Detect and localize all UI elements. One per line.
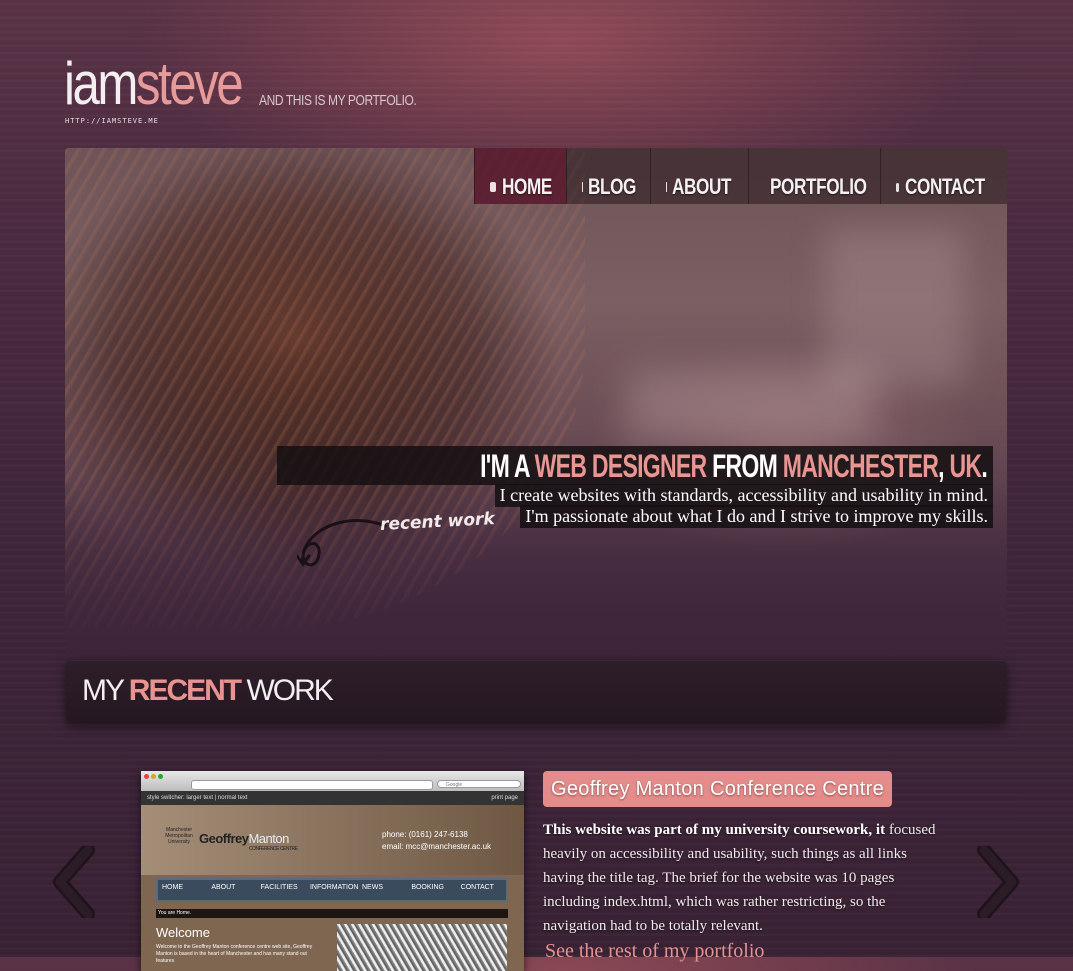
nav-label: PORTFOLIO: [770, 174, 867, 200]
project-description-body: focused heavily on accessibility and usa…: [543, 822, 935, 934]
section-title-part: WORK: [240, 674, 332, 707]
section-title-highlight: RECENT: [129, 674, 240, 707]
logo-iam: iam: [64, 50, 136, 117]
recent-work-header: MY RECENT WORK: [66, 660, 1006, 722]
logo-tagline: AND THIS IS MY PORTFOLIO.: [259, 92, 416, 109]
phone-text: phone: (0161) 247-6138: [382, 829, 491, 841]
headline-part: FROM: [706, 448, 782, 484]
logo-url: HTTP://IAMSTEVE.ME: [65, 117, 159, 125]
headline-part: .: [981, 448, 987, 484]
logo-wordmark: iamsteve: [64, 52, 241, 116]
print-link: print page: [491, 791, 518, 805]
screenshot-nav-item: NEWS: [358, 880, 407, 900]
headline-part: ,: [938, 448, 949, 484]
carousel-next-arrow-icon[interactable]: [976, 846, 1020, 918]
screenshot-photo: [337, 924, 507, 971]
project-description: This website was part of my university c…: [543, 818, 943, 938]
minimize-dot-icon: [151, 774, 156, 779]
nav-item-contact[interactable]: CONTACT: [880, 148, 1007, 204]
screenshot-nav-item: CONTACT: [457, 880, 506, 900]
nav-label: CONTACT: [905, 174, 985, 200]
hero-tagline-2: I'm passionate about what I do and I str…: [520, 505, 993, 528]
section-title: MY RECENT WORK: [82, 674, 332, 708]
screenshot-contact: phone: (0161) 247-6138 email: mcc@manche…: [382, 829, 491, 853]
carousel-prev-arrow-icon[interactable]: [52, 846, 96, 918]
hero-background-blur: [625, 368, 875, 438]
screenshot-nav-item: INFORMATION: [306, 880, 358, 900]
project-screenshot[interactable]: Google style switcher: larger text | nor…: [141, 771, 524, 971]
screenshot-logo: GeoffreyManton CONFERENCE CENTRE: [199, 831, 297, 852]
screenshot-nav-item: BOOKING: [407, 880, 456, 900]
university-logo: Manchester Metropolitan University: [163, 827, 195, 845]
screenshot-nav-item: HOME: [158, 880, 207, 900]
logo-text: Geoffrey: [199, 831, 248, 846]
project-description-lead: This website was part of my university c…: [543, 822, 885, 838]
headline-highlight: UK: [949, 448, 981, 484]
close-dot-icon: [144, 774, 149, 779]
email-text: email: mcc@manchester.ac.uk: [382, 841, 491, 853]
nav-label: HOME: [502, 174, 552, 200]
nav-label: BLOG: [588, 174, 636, 200]
browser-url-bar: [191, 780, 433, 790]
nav-item-about[interactable]: ABOUT: [650, 148, 748, 204]
style-switcher-bar: style switcher: larger text | normal tex…: [141, 791, 524, 805]
headline-part: I'M A: [480, 448, 534, 484]
nav-item-portfolio[interactable]: PORTFOLIO: [748, 148, 880, 204]
logo-steve: steve: [136, 50, 241, 117]
portfolio-link[interactable]: See the rest of my portfolio: [545, 940, 764, 963]
browser-search-bar: Google: [437, 780, 521, 788]
hero-background-blur: [825, 228, 965, 388]
logo-text: Manton: [248, 831, 288, 846]
headline-highlight: WEB DESIGNER: [535, 448, 707, 484]
zoom-dot-icon: [158, 774, 163, 779]
hero-headline: I'M A WEB DESIGNER FROM MANCHESTER, UK.: [277, 446, 993, 485]
section-title-part: MY: [82, 674, 129, 707]
hero-banner: HOME BLOG ABOUT PORTFOLIO CONTACT I'M A …: [65, 148, 1007, 658]
hero-tagline-1: I create websites with standards, access…: [495, 484, 993, 507]
curly-arrow-icon: [297, 518, 387, 598]
mail-icon: [896, 183, 899, 192]
main-nav: HOME BLOG ABOUT PORTFOLIO CONTACT: [474, 148, 1007, 204]
screenshot-header: Manchester Metropolitan University Geoff…: [141, 805, 524, 875]
screenshot-home-bar: You are Home.: [156, 909, 508, 918]
logo-subtitle: CONFERENCE CENTRE: [249, 846, 297, 852]
home-icon: [490, 182, 496, 192]
screenshot-welcome: Welcome: [156, 925, 210, 940]
screenshot-nav-item: ABOUT: [207, 880, 256, 900]
nav-label: ABOUT: [672, 174, 731, 200]
screenshot-nav: HOME ABOUT FACILITIES INFORMATION NEWS B…: [156, 878, 508, 902]
headline-highlight: MANCHESTER: [783, 448, 938, 484]
nav-item-blog[interactable]: BLOG: [566, 148, 650, 204]
screenshot-nav-item: FACILITIES: [257, 880, 306, 900]
screenshot-body: Welcome to the Geoffrey Manton conferenc…: [156, 944, 326, 965]
project-title: Geoffrey Manton Conference Centre: [543, 771, 892, 807]
site-logo[interactable]: iamsteve AND THIS IS MY PORTFOLIO. HTTP:…: [64, 52, 280, 116]
browser-chrome: Google: [141, 771, 524, 791]
nav-item-home[interactable]: HOME: [474, 148, 566, 204]
style-switcher: style switcher: larger text | normal tex…: [147, 791, 248, 805]
